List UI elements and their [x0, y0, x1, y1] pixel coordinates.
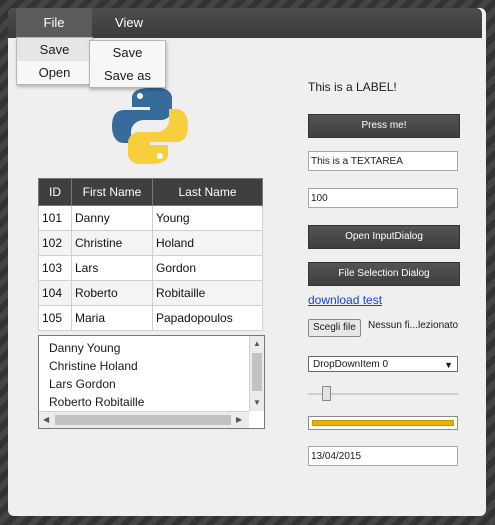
column-header-last-name[interactable]: Last Name [152, 178, 263, 206]
slider-thumb[interactable] [322, 386, 331, 401]
cell-id: 105 [38, 305, 72, 331]
menu-bar: File View [8, 8, 482, 38]
file-selection-dialog-button[interactable]: File Selection Dialog [308, 262, 460, 286]
column-header-first-name[interactable]: First Name [71, 178, 153, 206]
menu-item-save[interactable]: Save [90, 41, 165, 64]
view-menu-dropdown: Save Save as [89, 40, 166, 88]
table-row[interactable]: 103 Lars Gordon [38, 255, 263, 281]
horizontal-scrollbar[interactable]: ◀ ▶ [39, 411, 249, 428]
menu-file[interactable]: File [16, 8, 92, 38]
list-item[interactable]: Danny Young [49, 339, 120, 357]
name-listbox[interactable]: Danny Young Christine Holand Lars Gordon… [38, 335, 265, 429]
textarea-field[interactable]: This is a TEXTAREA [308, 151, 458, 171]
table-row[interactable]: 104 Roberto Robitaille [38, 280, 263, 306]
list-item[interactable]: Christine Holand [49, 357, 138, 375]
cell-first-name: Lars [71, 255, 153, 281]
cell-last-name: Gordon [152, 255, 263, 281]
list-item[interactable]: Lars Gordon [49, 375, 116, 393]
download-link[interactable]: download test [308, 293, 382, 307]
vertical-scroll-thumb[interactable] [252, 353, 262, 391]
vertical-scrollbar[interactable]: ▲ ▼ [249, 336, 264, 411]
open-input-dialog-button[interactable]: Open InputDialog [308, 225, 460, 249]
progress-fill [312, 420, 454, 426]
python-logo-icon [112, 88, 188, 164]
scroll-left-icon[interactable]: ◀ [43, 415, 49, 425]
cell-last-name: Papadopoulos [152, 305, 263, 331]
list-item[interactable]: Roberto Robitaille [49, 393, 144, 411]
press-me-button[interactable]: Press me! [308, 114, 460, 138]
cell-id: 102 [38, 230, 72, 256]
file-name-text: Nessun fi...lezionato [368, 320, 459, 331]
cell-first-name: Maria [71, 305, 153, 331]
file-menu-dropdown: Save Open [16, 37, 93, 85]
cell-id: 101 [38, 205, 72, 231]
label-text: This is a LABEL! [308, 80, 397, 94]
scroll-right-icon[interactable]: ▶ [236, 415, 242, 425]
date-input[interactable]: 13/04/2015 [308, 446, 458, 466]
dropdown-value: DropDownItem 0 [313, 359, 389, 370]
table-header-row: ID First Name Last Name [38, 178, 263, 206]
cell-first-name: Roberto [71, 280, 153, 306]
menu-view[interactable]: View [92, 8, 166, 38]
cell-last-name: Robitaille [152, 280, 263, 306]
menu-item-save[interactable]: Save [17, 38, 92, 61]
data-table: ID First Name Last Name 101 Danny Young … [38, 178, 263, 331]
menu-item-save-as[interactable]: Save as [90, 64, 165, 87]
dropdown-select[interactable]: DropDownItem 0 ▼ [308, 356, 458, 372]
column-header-id[interactable]: ID [38, 178, 72, 206]
scroll-down-icon[interactable]: ▼ [253, 398, 261, 408]
table-row[interactable]: 105 Maria Papadopoulos [38, 305, 263, 331]
cell-first-name: Danny [71, 205, 153, 231]
table-row[interactable]: 102 Christine Holand [38, 230, 263, 256]
menu-item-open[interactable]: Open [17, 61, 92, 84]
choose-file-button[interactable]: Scegli file [308, 319, 361, 337]
cell-first-name: Christine [71, 230, 153, 256]
scroll-up-icon[interactable]: ▲ [253, 339, 261, 349]
cell-id: 103 [38, 255, 72, 281]
number-input[interactable]: 100 [308, 188, 458, 208]
cell-last-name: Young [152, 205, 263, 231]
table-row[interactable]: 101 Danny Young [38, 205, 263, 231]
chevron-down-icon: ▼ [444, 360, 453, 370]
progress-bar [308, 416, 458, 430]
cell-last-name: Holand [152, 230, 263, 256]
horizontal-scroll-thumb[interactable] [55, 415, 231, 425]
cell-id: 104 [38, 280, 72, 306]
